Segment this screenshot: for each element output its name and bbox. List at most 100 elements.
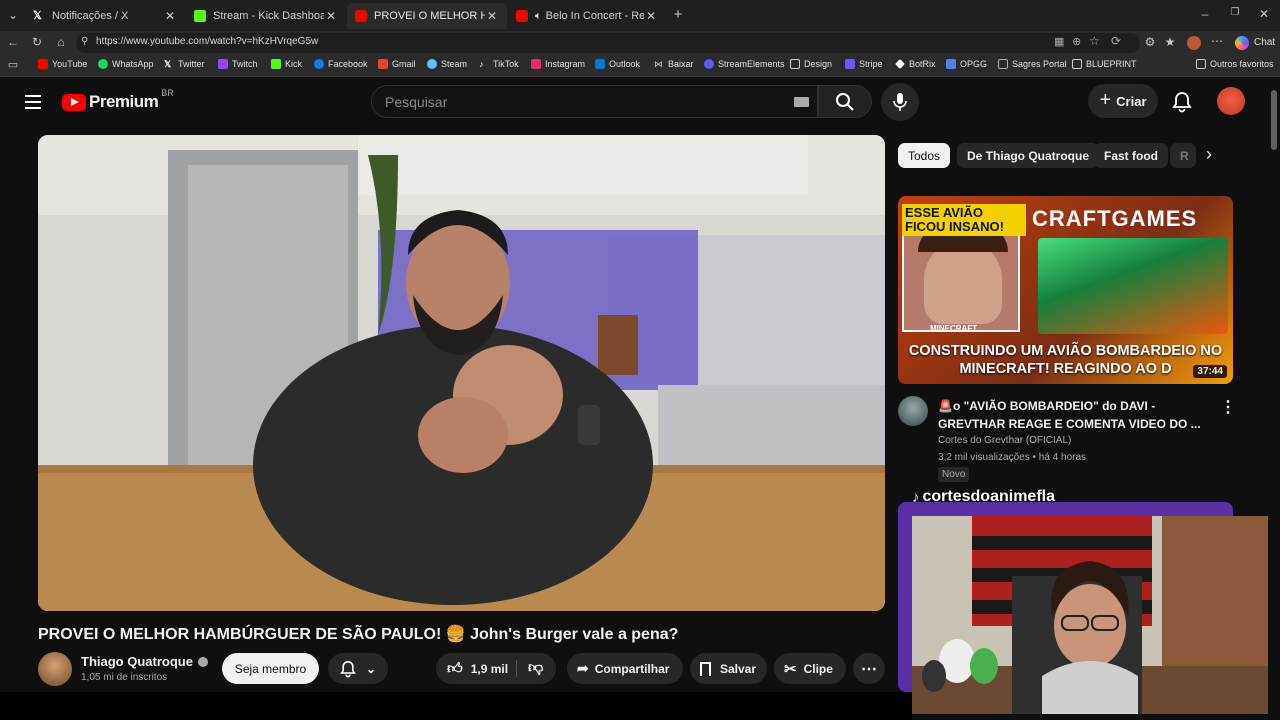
new-tab-plus-icon[interactable]: + bbox=[670, 6, 686, 23]
tab-title: Stream - Kick Dashboard bbox=[213, 10, 324, 22]
recommended-channel-avatar[interactable] bbox=[898, 396, 928, 426]
voice-search-button[interactable] bbox=[881, 83, 919, 121]
page-scrollbar[interactable] bbox=[1271, 80, 1277, 685]
recommended-video-thumbnail[interactable]: ESSE AVIÃO FICOU INSANO! CRAFTGAMES MINE… bbox=[898, 196, 1233, 384]
notifications-bell-icon[interactable] bbox=[1172, 91, 1192, 113]
bookmark-label: StreamElements bbox=[718, 59, 785, 69]
extensions-icon[interactable]: ⚙ bbox=[1143, 35, 1157, 49]
subscribed-bell-button[interactable]: ⌄ bbox=[328, 653, 388, 684]
hamburger-menu-icon[interactable] bbox=[25, 95, 41, 109]
app-available-icon[interactable]: ▦ bbox=[1054, 35, 1064, 48]
zoom-icon[interactable]: ⊕ bbox=[1072, 35, 1081, 48]
tab-youtube-video-active[interactable]: PROVEI O MELHOR HAMBÚRGUE ✕ bbox=[347, 3, 507, 29]
speaker-icon[interactable]: 🔈︎ bbox=[535, 10, 542, 23]
bookmark-kick[interactable]: Kick bbox=[271, 59, 302, 69]
tab-close-icon[interactable]: ✕ bbox=[485, 9, 499, 23]
bookmark-twitter[interactable]: 𝕏 Twitter bbox=[164, 59, 205, 69]
user-avatar[interactable] bbox=[1217, 87, 1245, 115]
save-button[interactable]: Salvar bbox=[690, 653, 767, 684]
tab-title: Notificações / X bbox=[52, 10, 129, 22]
bookmark-folder-design[interactable]: Design bbox=[790, 59, 832, 69]
bookmark-opgg[interactable]: OPGG bbox=[946, 59, 987, 69]
like-count[interactable]: 1,9 mil bbox=[471, 662, 508, 676]
bookmark-gmail[interactable]: Gmail bbox=[378, 59, 416, 69]
more-menu-icon[interactable]: ⋯ bbox=[1210, 34, 1224, 48]
tab-close-icon[interactable]: ✕ bbox=[324, 9, 338, 23]
recommended-video-title[interactable]: 🚨o "AVIÃO BOMBARDEIO" do DAVI - GREVTHAR… bbox=[938, 397, 1208, 433]
chip-truncated[interactable]: R bbox=[1170, 143, 1196, 168]
more-vertical-icon[interactable]: ⋮ bbox=[1220, 397, 1236, 417]
search-input[interactable]: Pesquisar bbox=[371, 85, 818, 118]
share-button[interactable]: ➦ Compartilhar bbox=[567, 653, 683, 684]
profile-avatar-icon[interactable] bbox=[1187, 36, 1201, 50]
chip-todos[interactable]: Todos bbox=[898, 143, 951, 168]
dislike-thumb-icon[interactable]: 👎︎ bbox=[528, 659, 543, 677]
search-button[interactable] bbox=[818, 85, 872, 118]
tab-youtube-belo[interactable]: 🔈︎ Belo In Concert - Reinventar/F ✕ bbox=[508, 3, 666, 29]
like-thumb-icon[interactable]: 👍︎ bbox=[447, 660, 463, 678]
bookmark-tiktok[interactable]: ♪ TikTok bbox=[479, 59, 519, 69]
bookmark-label: Twitch bbox=[232, 59, 258, 69]
bookmark-sagres-portal[interactable]: Sagres Portal bbox=[998, 59, 1067, 69]
bookmark-steam[interactable]: Steam bbox=[427, 59, 467, 69]
chip-fast-food[interactable]: Fast food bbox=[1094, 143, 1168, 168]
bookmark-stripe[interactable]: Stripe bbox=[845, 59, 883, 69]
recommended-channel-name[interactable]: Cortes do Grevthar (OFICIAL) bbox=[938, 435, 1071, 446]
new-badge: Novo bbox=[938, 467, 970, 482]
keyboard-icon[interactable] bbox=[794, 97, 809, 107]
bookmark-instagram[interactable]: Instagram bbox=[531, 59, 585, 69]
site-info-icon[interactable]: ⚲ bbox=[81, 36, 88, 47]
bookmark-folder-blueprint[interactable]: BLUEPRINT bbox=[1072, 59, 1137, 69]
back-arrow-icon[interactable]: ← bbox=[5, 35, 21, 49]
bookmark-label: YouTube bbox=[52, 59, 88, 69]
bookmark-botrix[interactable]: BotRix bbox=[895, 59, 936, 69]
channel-avatar[interactable] bbox=[38, 652, 72, 686]
tab-kick-dashboard[interactable]: Stream - Kick Dashboard ✕ bbox=[186, 3, 346, 29]
favorite-star-icon[interactable]: ☆ bbox=[1089, 34, 1100, 48]
bookmark-twitch[interactable]: Twitch bbox=[218, 59, 258, 69]
bookmark-whatsapp[interactable]: WhatsApp bbox=[98, 59, 154, 69]
join-membership-button[interactable]: Seja membro bbox=[222, 653, 319, 684]
reading-view-icon[interactable]: ▭ bbox=[6, 58, 20, 71]
tab-close-icon[interactable]: ✕ bbox=[644, 9, 658, 23]
bookmark-label: OPGG bbox=[960, 59, 988, 69]
bookmark-outlook[interactable]: Outlook bbox=[595, 59, 640, 69]
minimize-icon[interactable]: – bbox=[1197, 7, 1213, 21]
tab-x-notifications[interactable]: 𝕏 Notificações / X ✕ bbox=[25, 3, 185, 29]
url-field[interactable]: ⚲ https://www.youtube.com/watch?v=hKzHVr… bbox=[76, 33, 1140, 53]
reload-icon[interactable]: ↻ bbox=[29, 35, 45, 49]
chip-de-thiago-quatroque[interactable]: De Thiago Quatroque bbox=[957, 143, 1100, 168]
close-window-icon[interactable]: ✕ bbox=[1256, 7, 1272, 21]
favorites-icon[interactable]: ★ bbox=[1163, 35, 1177, 49]
extensions-refresh-icon[interactable]: ⟳ bbox=[1111, 34, 1121, 48]
twitch-icon bbox=[218, 59, 228, 69]
restore-icon[interactable]: ❐ bbox=[1227, 7, 1243, 18]
bookmark-youtube[interactable]: YouTube bbox=[38, 59, 87, 69]
more-horizontal-icon: ⋯ bbox=[861, 660, 877, 678]
create-button[interactable]: + Criar bbox=[1088, 84, 1158, 118]
copilot-icon[interactable] bbox=[1235, 36, 1249, 50]
youtube-premium-logo[interactable]: Premium BR bbox=[62, 88, 174, 112]
browser-address-bar: ← ↻ ⌂ ⚲ https://www.youtube.com/watch?v=… bbox=[0, 31, 1280, 55]
scrollbar-thumb[interactable] bbox=[1271, 90, 1277, 150]
video-title: PROVEI O MELHOR HAMBÚRGUER DE SÃO PAULO!… bbox=[38, 626, 679, 643]
home-icon[interactable]: ⌂ bbox=[53, 35, 69, 49]
copilot-chat-label[interactable]: Chat bbox=[1254, 37, 1275, 48]
bookmark-other-favorites[interactable]: Outros favoritos bbox=[1196, 59, 1274, 69]
chips-next-chevron-icon[interactable]: › bbox=[1206, 144, 1212, 165]
more-actions-button[interactable]: ⋯ bbox=[853, 653, 885, 684]
download-icon: ⋈ bbox=[654, 59, 663, 69]
bookmark-streamelements[interactable]: StreamElements bbox=[704, 59, 785, 69]
youtube-icon bbox=[38, 59, 48, 69]
clip-button[interactable]: ✂ Clipe bbox=[774, 653, 846, 684]
bookmark-baixar[interactable]: ⋈ Baixar bbox=[654, 59, 694, 69]
tab-close-icon[interactable]: ✕ bbox=[163, 9, 177, 23]
chip-label: Fast food bbox=[1104, 148, 1158, 163]
video-player[interactable] bbox=[38, 135, 885, 611]
bookmark-facebook[interactable]: Facebook bbox=[314, 59, 368, 69]
x-logo-icon: 𝕏 bbox=[33, 10, 42, 22]
channel-name-row[interactable]: Thiago Quatroque bbox=[81, 654, 208, 669]
channel-name[interactable]: Thiago Quatroque bbox=[81, 654, 193, 669]
save-label: Salvar bbox=[720, 661, 757, 676]
tab-search-chevron-icon[interactable]: ⌄ bbox=[5, 8, 21, 22]
